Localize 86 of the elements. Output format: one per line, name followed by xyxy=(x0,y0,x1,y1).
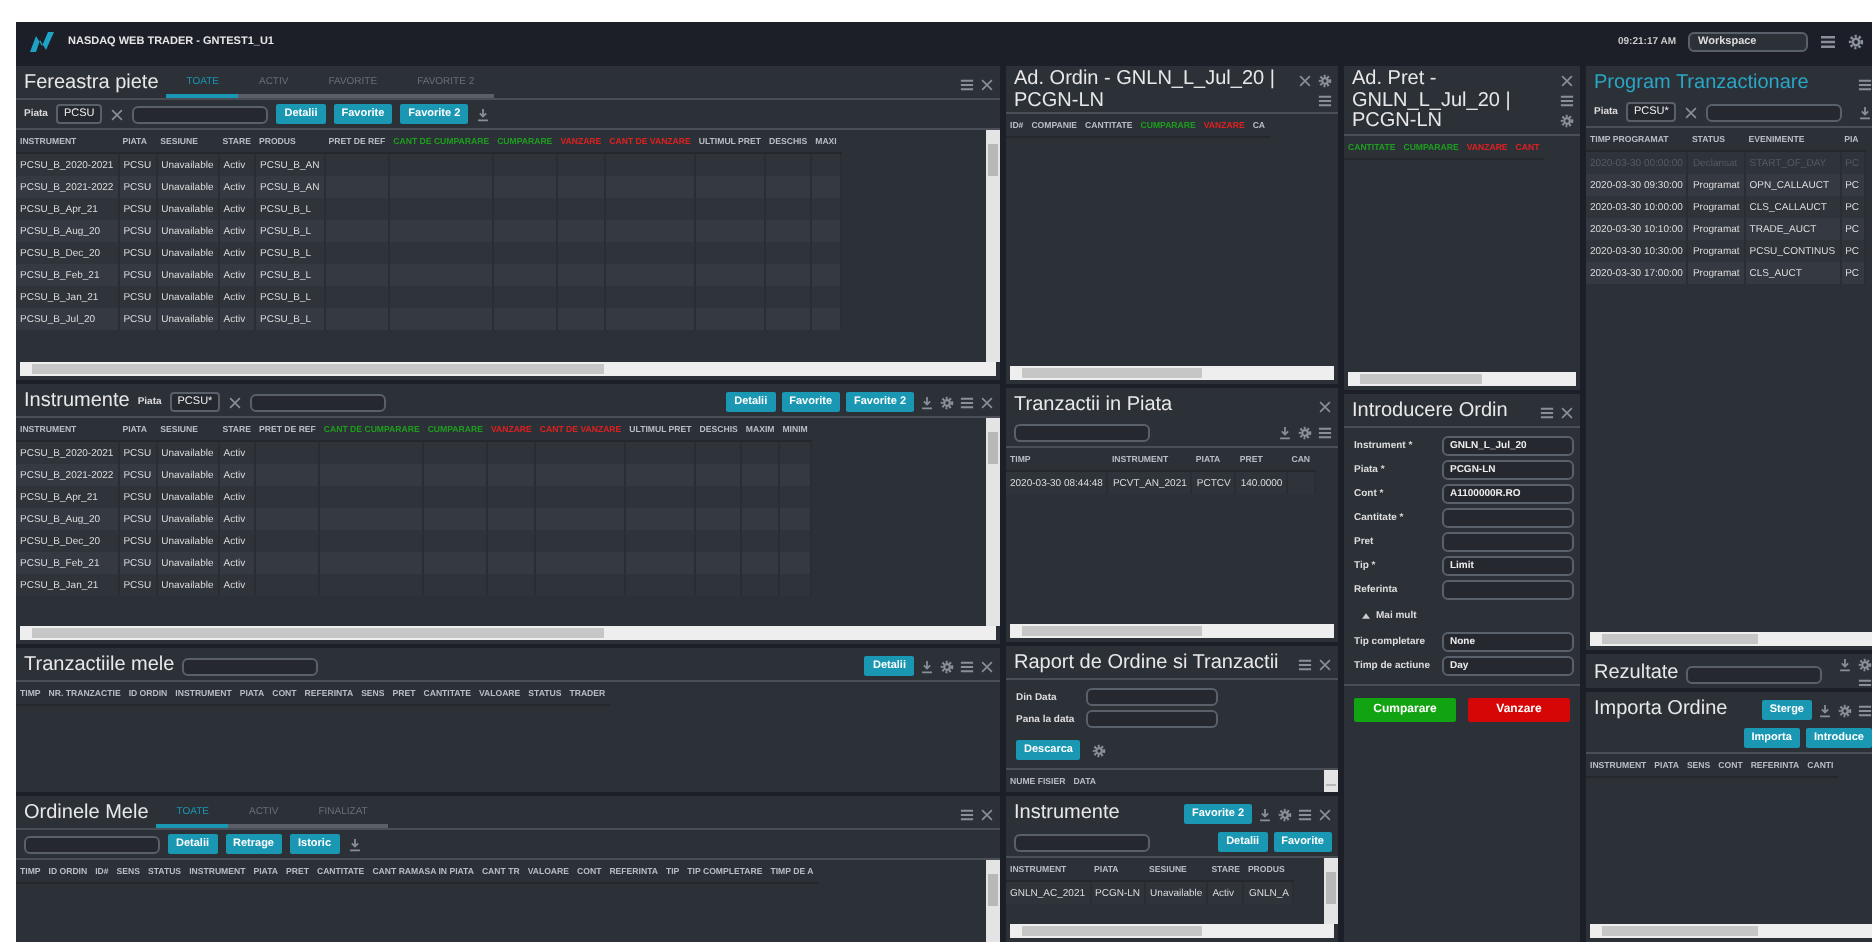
clear-icon[interactable] xyxy=(228,395,243,409)
horizontal-scrollbar[interactable] xyxy=(1590,924,1872,938)
horizontal-scrollbar[interactable] xyxy=(1590,632,1872,646)
panel-title: Program Tranzactionare xyxy=(1594,73,1809,95)
panel-title: Importa Ordine xyxy=(1594,699,1728,721)
settings-icon[interactable] xyxy=(1848,34,1864,50)
input-field[interactable] xyxy=(1441,580,1574,600)
input-field[interactable] xyxy=(1086,688,1219,706)
horizontal-scrollbar[interactable] xyxy=(1010,366,1334,380)
panel-title: Ad. Ordin - GNLN_L_Jul_20 | PCGN-LN xyxy=(1014,70,1277,112)
menu-icon[interactable] xyxy=(1560,94,1574,109)
panel-title: Rezultate xyxy=(1594,664,1679,686)
vertical-scrollbar[interactable] xyxy=(986,418,1000,626)
close-icon[interactable] xyxy=(1560,74,1574,89)
close-icon[interactable] xyxy=(1318,399,1332,413)
panel-title: Instrumente xyxy=(24,391,130,413)
download-icon[interactable] xyxy=(476,107,491,121)
close-icon[interactable] xyxy=(1298,74,1312,88)
close-icon[interactable] xyxy=(1560,405,1574,419)
download-icon[interactable] xyxy=(920,659,934,673)
settings-icon[interactable] xyxy=(1298,426,1312,440)
panel-title: Instrumente xyxy=(1014,803,1120,825)
horizontal-scrollbar[interactable] xyxy=(20,362,996,376)
horizontal-scrollbar[interactable] xyxy=(20,626,996,640)
menu-icon[interactable] xyxy=(1540,405,1554,419)
panel-title: Tranzactiile mele xyxy=(24,655,175,677)
vertical-scrollbar[interactable] xyxy=(986,130,1000,362)
menu-icon[interactable] xyxy=(1858,703,1872,717)
menu-icon[interactable] xyxy=(1298,807,1312,821)
menu-icon[interactable] xyxy=(1858,678,1872,688)
close-icon[interactable] xyxy=(1318,657,1332,671)
settings-icon[interactable] xyxy=(1318,74,1332,88)
clear-icon[interactable] xyxy=(110,107,125,121)
search-field[interactable] xyxy=(1706,103,1843,121)
vertical-scrollbar[interactable] xyxy=(1324,770,1338,792)
menu-icon[interactable] xyxy=(1318,426,1332,440)
search-field[interactable] xyxy=(250,393,387,411)
menu-icon[interactable] xyxy=(1298,657,1312,671)
panel-title: Tranzactii in Piata xyxy=(1014,395,1173,417)
panel-title: Raport de Ordine si Tranzactii xyxy=(1014,653,1279,675)
search-field[interactable] xyxy=(1014,424,1150,442)
input-field[interactable] xyxy=(1441,532,1574,552)
settings-icon[interactable] xyxy=(940,659,954,673)
search-field[interactable] xyxy=(132,105,269,123)
settings-icon[interactable] xyxy=(1278,807,1292,821)
panel-title: Ad. Pret - GNLN_L_Jul_20 | PCGN-LN xyxy=(1352,70,1513,133)
menu-icon[interactable] xyxy=(960,77,974,91)
settings-icon[interactable] xyxy=(1838,703,1852,717)
vertical-scrollbar[interactable] xyxy=(986,860,1000,942)
close-icon[interactable] xyxy=(1318,807,1332,821)
search-field[interactable] xyxy=(1014,833,1150,851)
menu-icon[interactable] xyxy=(960,395,974,409)
download-icon[interactable] xyxy=(347,837,362,851)
panel-title: Introducere Ordin xyxy=(1352,401,1508,423)
horizontal-scrollbar[interactable] xyxy=(1010,924,1334,938)
menu-icon[interactable] xyxy=(1858,77,1872,91)
download-icon[interactable] xyxy=(1278,426,1292,440)
menu-icon[interactable] xyxy=(1318,94,1332,108)
download-icon[interactable] xyxy=(920,395,934,409)
horizontal-scrollbar[interactable] xyxy=(1010,624,1334,638)
menu-icon[interactable] xyxy=(960,659,974,673)
close-icon[interactable] xyxy=(980,807,994,821)
download-icon[interactable] xyxy=(1258,807,1272,821)
settings-icon[interactable] xyxy=(1560,114,1574,129)
download-icon[interactable] xyxy=(1858,105,1872,119)
panel-title: Fereastra piete xyxy=(24,73,159,95)
search-field[interactable] xyxy=(182,657,319,675)
search-field[interactable] xyxy=(1686,666,1823,684)
menu-icon[interactable] xyxy=(1820,34,1836,50)
logo-icon xyxy=(28,30,56,54)
close-icon[interactable] xyxy=(980,659,994,673)
menu-icon[interactable] xyxy=(960,807,974,821)
download-icon[interactable] xyxy=(1838,658,1852,672)
download-icon[interactable] xyxy=(1818,703,1832,717)
panel-title: Ordinele Mele xyxy=(24,803,149,825)
search-field[interactable] xyxy=(24,835,160,853)
horizontal-scrollbar[interactable] xyxy=(1348,372,1576,386)
close-icon[interactable] xyxy=(980,395,994,409)
settings-icon[interactable] xyxy=(940,395,954,409)
close-icon[interactable] xyxy=(980,77,994,91)
clear-icon[interactable] xyxy=(1684,105,1699,119)
settings-icon[interactable] xyxy=(1092,743,1107,757)
settings-icon[interactable] xyxy=(1858,658,1872,672)
input-field[interactable] xyxy=(1441,508,1574,528)
vertical-scrollbar[interactable] xyxy=(1324,858,1338,924)
input-field[interactable] xyxy=(1086,710,1219,728)
